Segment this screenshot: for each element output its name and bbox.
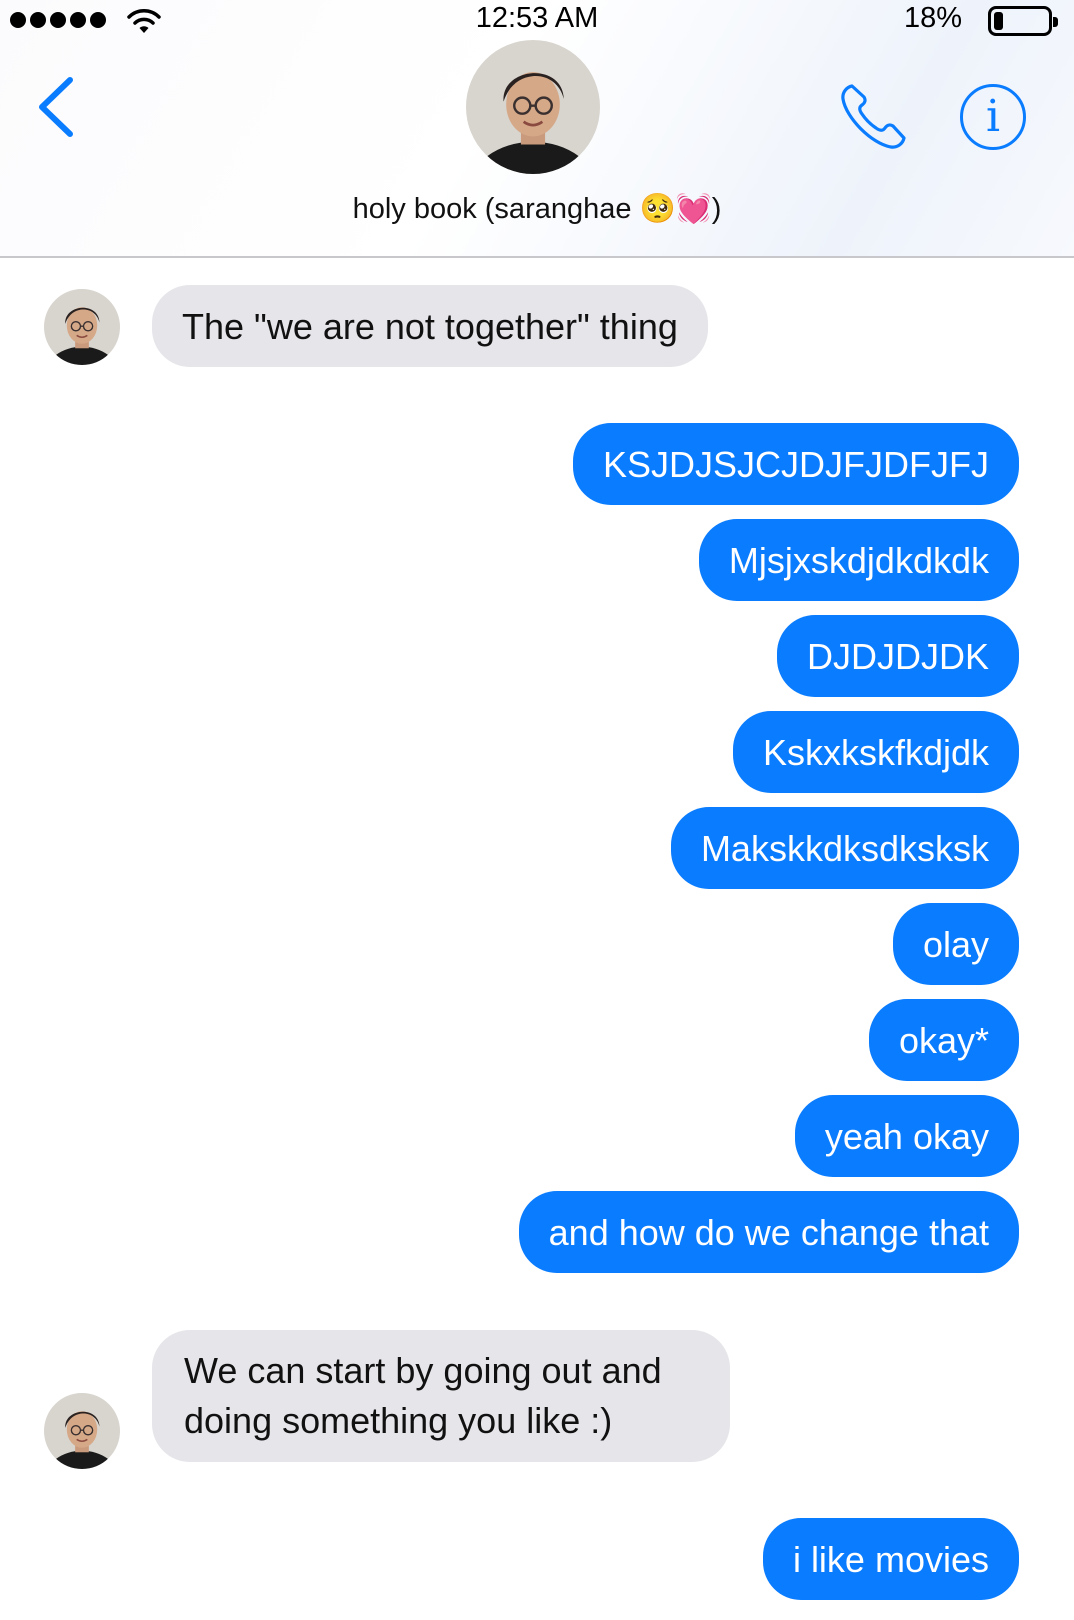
outgoing-message[interactable]: and how do we change that: [518, 1191, 1019, 1273]
battery-percent: 18%: [903, 2, 962, 34]
outgoing-message[interactable]: Kskxkskfkdjdk: [732, 711, 1019, 793]
outgoing-message[interactable]: i like movies: [762, 1518, 1019, 1600]
info-icon[interactable]: i: [960, 84, 1026, 150]
battery-icon: [988, 6, 1058, 36]
conversation-header: 12:53 AM 18% holy book (saranghae 🥺💓) i: [0, 0, 1074, 258]
incoming-message[interactable]: The "we are not together" thing: [152, 285, 708, 367]
outgoing-message[interactable]: olay: [892, 903, 1019, 985]
contact-name[interactable]: holy book (saranghae 🥺💓): [0, 192, 1074, 226]
outgoing-message[interactable]: KSJDJSJCJDJFJDFJFJ: [573, 423, 1019, 505]
outgoing-message[interactable]: DJDJDJDK: [776, 615, 1019, 697]
sender-avatar: [44, 289, 120, 365]
incoming-message[interactable]: We can start by going out and doing some…: [152, 1330, 730, 1462]
outgoing-message[interactable]: Mjsjxskdjdkdkdk: [698, 519, 1019, 601]
sender-avatar: [44, 1393, 120, 1469]
outgoing-message[interactable]: Makskkdksdksksk: [670, 807, 1019, 889]
outgoing-message[interactable]: okay*: [868, 999, 1019, 1081]
back-chevron-icon[interactable]: [30, 72, 80, 142]
status-bar: 12:53 AM 18%: [0, 0, 1074, 40]
outgoing-message[interactable]: yeah okay: [794, 1095, 1019, 1177]
contact-avatar[interactable]: [466, 40, 600, 174]
phone-call-icon[interactable]: [838, 80, 910, 152]
